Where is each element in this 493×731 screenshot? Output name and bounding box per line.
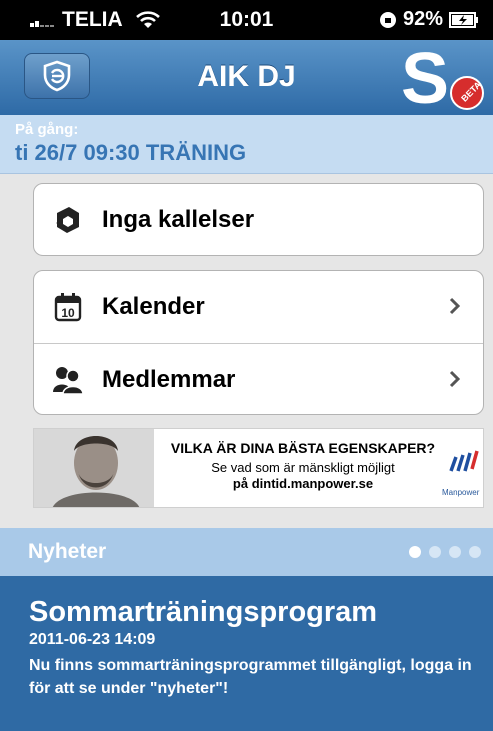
summons-card[interactable]: Inga kallelser xyxy=(33,183,484,256)
upcoming-banner[interactable]: På gång: ti 26/7 09:30 TRÄNING xyxy=(0,115,493,174)
summons-label: Inga kallelser xyxy=(102,205,255,233)
brand-letter: S xyxy=(401,40,449,115)
menu-label-calendar: Kalender xyxy=(102,293,205,320)
news-headline: Sommarträningsprogram xyxy=(29,596,378,628)
menu-label-members: Medlemmar xyxy=(102,366,236,393)
members-icon xyxy=(53,367,84,394)
upcoming-label: På gång: xyxy=(15,121,79,138)
page-dot-1[interactable] xyxy=(409,546,421,558)
ad-headline: VILKA ÄR DINA BÄSTA EGENSKAPER? xyxy=(170,440,436,456)
rotation-lock-icon xyxy=(379,11,396,28)
brand-logo: S BETA xyxy=(401,40,484,115)
battery-group: 92% xyxy=(379,8,479,31)
chevron-right-icon xyxy=(449,297,461,315)
news-body: Nu finns sommarträningsprogrammet tillgä… xyxy=(29,657,472,697)
navigation-bar: AIK DJ S BETA xyxy=(0,40,493,116)
ad-banner[interactable]: VILKA ÄR DINA BÄSTA EGENSKAPER? Se vad s… xyxy=(33,428,484,508)
menu-item-calendar[interactable]: 10 Kalender xyxy=(34,271,483,343)
ad-photo xyxy=(34,429,154,507)
page-dot-3[interactable] xyxy=(449,546,461,558)
ad-line-2: på dintid.manpower.se xyxy=(232,476,374,491)
summons-icon xyxy=(56,206,79,233)
summons-row[interactable]: Inga kallelser xyxy=(34,184,483,255)
menu-item-members[interactable]: Medlemmar xyxy=(34,343,483,414)
battery-percent: 92% xyxy=(402,8,443,30)
news-section-label: Nyheter xyxy=(28,540,107,563)
news-date: 2011-06-23 14:09 xyxy=(29,631,156,648)
page-dot-4[interactable] xyxy=(469,546,481,558)
calendar-icon-day: 10 xyxy=(61,306,75,320)
news-item[interactable]: Sommarträningsprogram 2011-06-23 14:09 N… xyxy=(0,576,493,731)
ad-line-1: Se vad som är mänskligt möjligt xyxy=(211,460,395,475)
calendar-icon: 10 xyxy=(54,293,82,322)
page-dot-2[interactable] xyxy=(429,546,441,558)
news-header: Nyheter xyxy=(0,528,493,576)
upcoming-event: ti 26/7 09:30 TRÄNING xyxy=(15,140,247,165)
page-indicator[interactable] xyxy=(409,546,481,558)
menu-card: 10 Kalender Medlemmar xyxy=(33,270,484,415)
chevron-right-icon xyxy=(449,370,461,388)
ad-logo-text: Manpower xyxy=(442,488,480,497)
battery-icon xyxy=(449,11,478,28)
status-bar: TELIA 10:01 92% xyxy=(0,0,493,40)
manpower-logo xyxy=(449,450,479,472)
